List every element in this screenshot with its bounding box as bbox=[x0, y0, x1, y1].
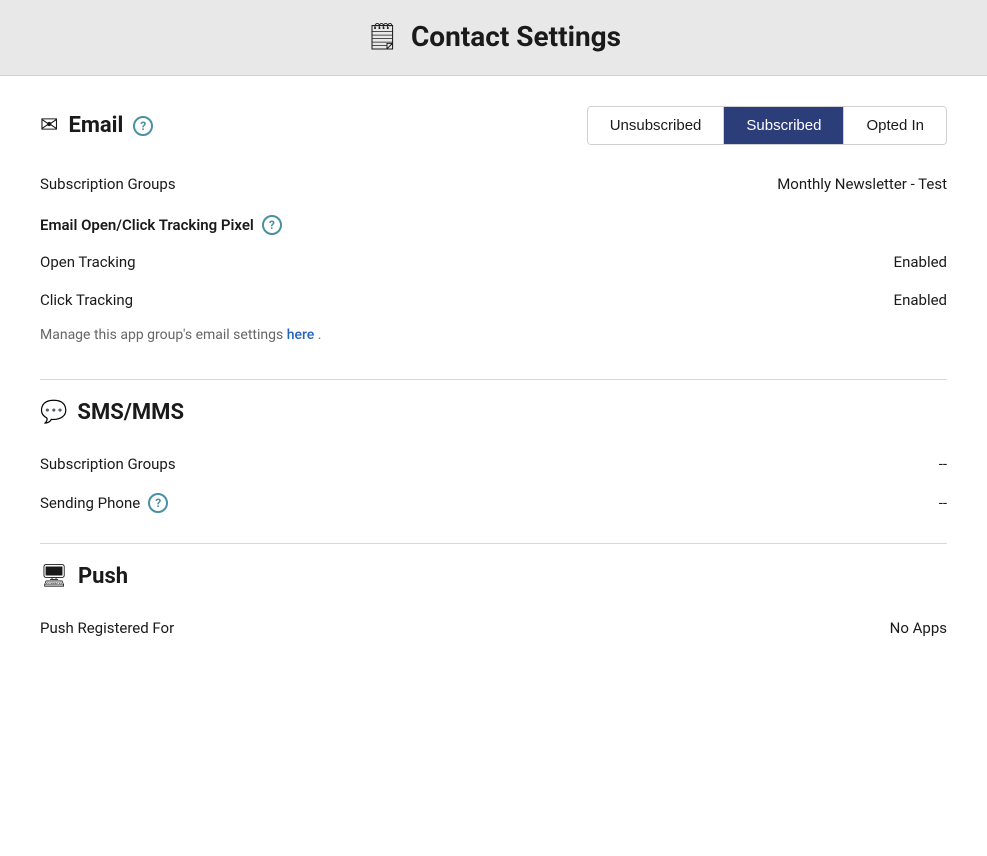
tracking-help-icon[interactable]: ? bbox=[262, 215, 282, 235]
open-tracking-value: Enabled bbox=[894, 253, 947, 271]
sending-phone-row: Sending Phone ? -- bbox=[40, 483, 947, 523]
open-tracking-row: Open Tracking Enabled bbox=[40, 243, 947, 281]
email-title-group: ✉ Email ? bbox=[40, 113, 153, 138]
opted-in-button[interactable]: Opted In bbox=[844, 107, 946, 144]
unsubscribed-button[interactable]: Unsubscribed bbox=[588, 107, 725, 144]
push-title-group: 🖥 Push bbox=[40, 564, 128, 589]
sending-phone-label-group: Sending Phone ? bbox=[40, 493, 168, 513]
email-section-title: Email bbox=[68, 113, 123, 138]
sms-section: 💬 SMS/MMS Subscription Groups -- Sending… bbox=[40, 400, 947, 523]
tracking-subsection-title: Email Open/Click Tracking Pixel bbox=[40, 216, 254, 234]
sms-subscription-groups-row: Subscription Groups -- bbox=[40, 445, 947, 483]
page-header: 🗒 Contact Settings bbox=[0, 0, 987, 76]
sms-subscription-groups-value: -- bbox=[939, 455, 947, 473]
email-icon: ✉ bbox=[40, 113, 58, 138]
click-tracking-value: Enabled bbox=[894, 291, 947, 309]
header-icon: 🗒 bbox=[366, 22, 399, 52]
push-registered-label: Push Registered For bbox=[40, 619, 174, 637]
push-section-header: 🖥 Push bbox=[40, 564, 947, 589]
sending-phone-help-icon[interactable]: ? bbox=[148, 493, 168, 513]
page-title: Contact Settings bbox=[411, 20, 621, 53]
push-icon: 🖥 bbox=[40, 564, 68, 589]
push-registered-value: No Apps bbox=[890, 619, 947, 637]
subscription-groups-row: Subscription Groups Monthly Newsletter -… bbox=[40, 165, 947, 203]
email-section-header: ✉ Email ? Unsubscribed Subscribed Opted … bbox=[40, 106, 947, 145]
subscription-groups-label: Subscription Groups bbox=[40, 175, 176, 193]
push-section-title: Push bbox=[78, 564, 128, 589]
open-tracking-label: Open Tracking bbox=[40, 253, 136, 271]
subscription-groups-value: Monthly Newsletter - Test bbox=[777, 175, 947, 193]
manage-link[interactable]: here bbox=[287, 327, 315, 343]
sending-phone-value: -- bbox=[939, 494, 947, 512]
tracking-subsection-header: Email Open/Click Tracking Pixel ? bbox=[40, 203, 947, 243]
push-registered-row: Push Registered For No Apps bbox=[40, 609, 947, 647]
click-tracking-row: Click Tracking Enabled bbox=[40, 281, 947, 319]
sms-section-header: 💬 SMS/MMS bbox=[40, 400, 947, 425]
subscribed-button[interactable]: Subscribed bbox=[724, 107, 844, 144]
manage-text: Manage this app group's email settings h… bbox=[40, 319, 947, 359]
sms-title-group: 💬 SMS/MMS bbox=[40, 400, 184, 425]
email-help-icon[interactable]: ? bbox=[133, 116, 153, 136]
click-tracking-label: Click Tracking bbox=[40, 291, 133, 309]
sms-subscription-groups-label: Subscription Groups bbox=[40, 455, 176, 473]
email-section: ✉ Email ? Unsubscribed Subscribed Opted … bbox=[40, 106, 947, 359]
email-sms-divider bbox=[40, 379, 947, 380]
sms-section-title: SMS/MMS bbox=[77, 400, 184, 425]
email-subscription-toggle: Unsubscribed Subscribed Opted In bbox=[587, 106, 947, 145]
sending-phone-label: Sending Phone bbox=[40, 494, 140, 512]
push-section: 🖥 Push Push Registered For No Apps bbox=[40, 564, 947, 647]
sms-icon: 💬 bbox=[40, 400, 67, 425]
sms-push-divider bbox=[40, 543, 947, 544]
main-content: ✉ Email ? Unsubscribed Subscribed Opted … bbox=[0, 76, 987, 856]
